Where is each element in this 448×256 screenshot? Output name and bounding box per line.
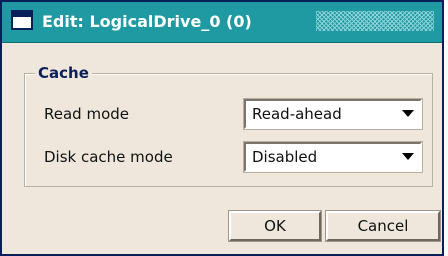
disk-cache-mode-label: Disk cache mode <box>44 148 173 166</box>
title-bar-pattern <box>316 11 434 31</box>
chevron-down-icon[interactable] <box>402 153 414 160</box>
ok-button[interactable]: OK <box>228 210 322 242</box>
disk-cache-mode-value: Disabled <box>252 148 318 166</box>
edit-dialog: Edit: LogicalDrive_0 (0) Cache Read mode… <box>0 0 444 256</box>
read-mode-value: Read-ahead <box>252 105 342 123</box>
cancel-button[interactable]: Cancel <box>325 210 441 242</box>
chevron-down-icon[interactable] <box>402 110 414 117</box>
read-mode-label: Read mode <box>44 105 129 123</box>
read-mode-select[interactable]: Read-ahead <box>243 98 423 130</box>
disk-cache-mode-select[interactable]: Disabled <box>243 141 423 173</box>
window-title: Edit: LogicalDrive_0 (0) <box>42 12 252 31</box>
window-icon <box>11 10 33 30</box>
title-bar[interactable]: Edit: LogicalDrive_0 (0) <box>2 2 442 43</box>
cache-group-legend: Cache <box>35 63 92 83</box>
